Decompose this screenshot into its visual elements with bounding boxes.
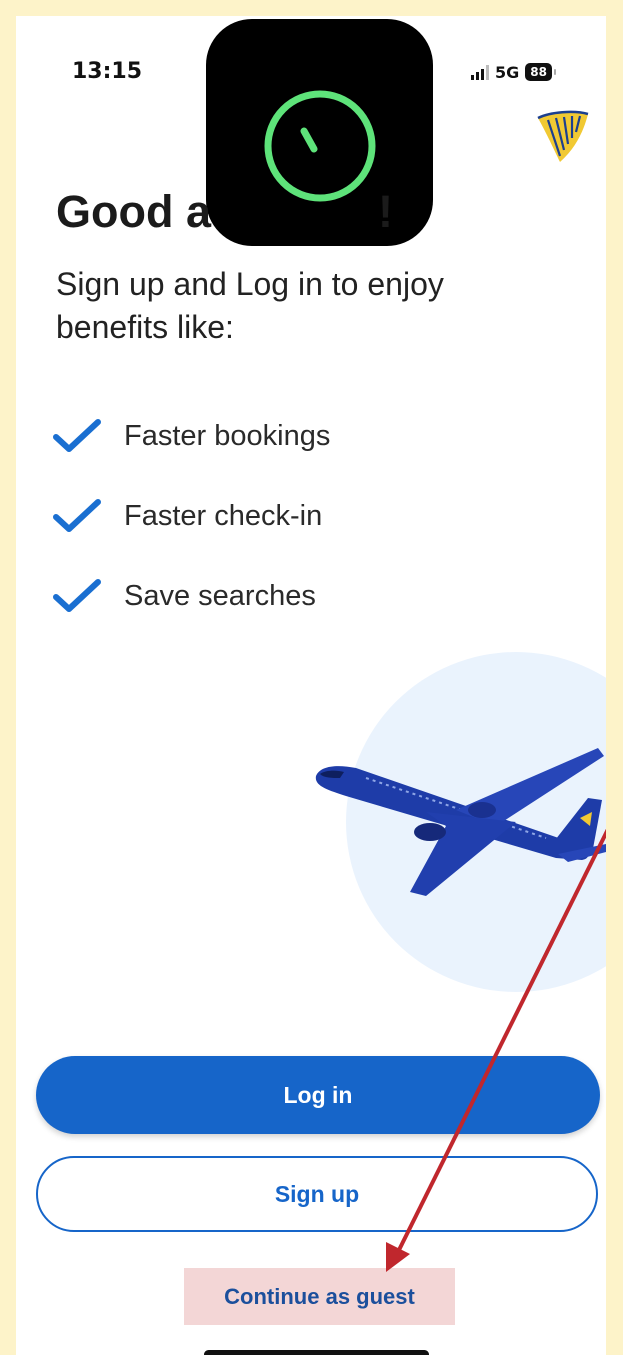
airplane-illustration bbox=[315, 748, 606, 896]
home-indicator[interactable] bbox=[204, 1350, 429, 1355]
benefit-label: Faster check-in bbox=[124, 499, 323, 532]
benefit-item: Faster bookings bbox=[52, 396, 330, 476]
benefit-item: Save searches bbox=[52, 556, 330, 636]
checkmark-icon bbox=[53, 579, 101, 612]
login-button[interactable]: Log in bbox=[36, 1056, 600, 1134]
benefit-label: Save searches bbox=[124, 579, 316, 612]
network-type: 5G bbox=[495, 62, 520, 82]
benefit-item: Faster check-in bbox=[52, 476, 330, 556]
benefits-list: Faster bookings Faster check-in Save sea… bbox=[52, 396, 330, 636]
checkmark-icon bbox=[53, 419, 101, 452]
greeting-end: ! bbox=[378, 186, 393, 237]
checkmark-icon bbox=[53, 499, 101, 532]
signal-icon bbox=[471, 64, 489, 80]
status-time: 13:15 bbox=[72, 59, 143, 84]
app-screen: 13:15 5G 88 Good a! Sign up and Log in t… bbox=[16, 16, 606, 1355]
continue-as-guest-link[interactable]: Continue as guest bbox=[184, 1268, 455, 1325]
status-indicators: 5G 88 bbox=[471, 61, 556, 83]
battery-icon: 88 bbox=[525, 63, 556, 81]
signup-button[interactable]: Sign up bbox=[36, 1156, 598, 1232]
greeting-heading: Good a! bbox=[56, 186, 393, 238]
benefit-label: Faster bookings bbox=[124, 419, 331, 452]
greeting-start: Good a bbox=[56, 186, 211, 237]
harp-logo-icon bbox=[537, 110, 589, 162]
benefits-intro: Sign up and Log in to enjoy benefits lik… bbox=[56, 266, 444, 345]
